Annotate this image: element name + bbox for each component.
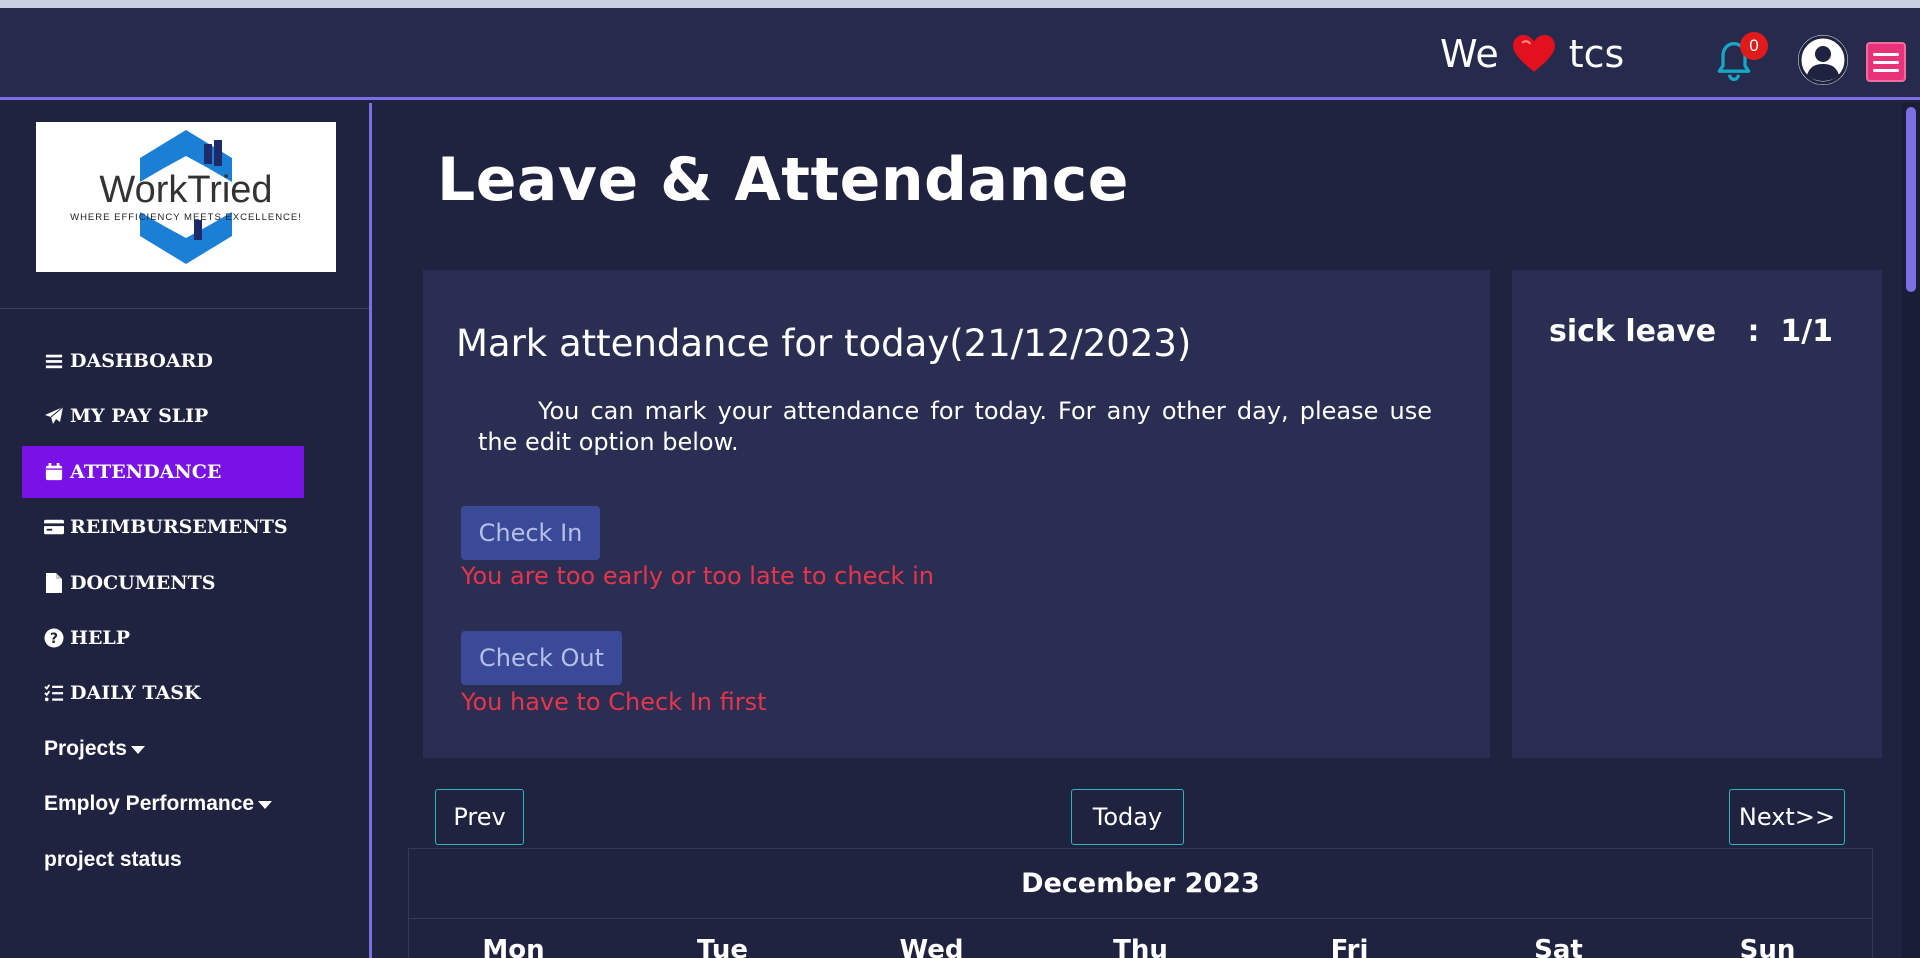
sidebar-item-employ-performance[interactable]: Employ Performance — [22, 778, 304, 830]
sidebar-item-label: Employ Performance — [44, 792, 255, 816]
sidebar-divider — [0, 308, 369, 309]
check-out-button[interactable]: Check Out — [461, 631, 622, 685]
calendar-icon — [44, 462, 64, 482]
check-in-error: You are too early or too late to check i… — [461, 562, 934, 590]
leave-balance-line: sick leave : 1/1 — [1549, 314, 1833, 349]
credit-card-icon — [44, 517, 64, 537]
brand-we-text: We — [1440, 32, 1499, 76]
caret-down-icon — [130, 745, 145, 754]
file-icon — [44, 572, 64, 593]
check-in-button[interactable]: Check In — [461, 506, 600, 560]
leave-type-label: sick leave — [1549, 314, 1717, 349]
calendar-next-button[interactable]: Next>> — [1729, 789, 1845, 845]
heart-icon — [1512, 35, 1555, 73]
calendar-month-title: December 2023 — [409, 849, 1872, 919]
calendar-today-button[interactable]: Today — [1071, 789, 1184, 845]
paper-plane-icon — [44, 406, 64, 426]
svg-text:WHERE EFFICIENCY MEETS EXCELL: WHERE EFFICIENCY MEETS EXCELLENCE! — [70, 212, 302, 223]
leave-separator: : — [1747, 314, 1760, 349]
company-logo: WorkTried WHERE EFFICIENCY MEETS EXCELLE… — [36, 122, 336, 272]
task-list-icon — [44, 683, 64, 703]
browser-chrome-strip — [0, 0, 1920, 8]
calendar-prev-button[interactable]: Prev — [435, 789, 524, 845]
svg-text:?: ? — [50, 631, 58, 647]
notifications-button[interactable]: 0 — [1708, 32, 1768, 88]
user-icon — [1798, 35, 1848, 85]
brand-company-text: tcs — [1568, 32, 1625, 76]
sidebar-item-help[interactable]: ? HELP — [22, 612, 304, 664]
sidebar-item-documents[interactable]: DOCUMENTS — [22, 557, 304, 609]
user-avatar[interactable] — [1798, 35, 1848, 85]
sidebar-item-label: Projects — [44, 736, 127, 760]
sidebar-item-projects[interactable]: Projects — [22, 723, 304, 775]
leave-balance-card: sick leave : 1/1 — [1512, 270, 1882, 758]
sidebar-item-reimbursements[interactable]: REIMBURSEMENTS — [22, 501, 304, 553]
sidebar-item-label: DAILY TASK — [70, 682, 201, 705]
notification-count-badge: 0 — [1740, 32, 1768, 60]
sidebar-item-daily-task[interactable]: DAILY TASK — [22, 667, 304, 719]
sidebar: WorkTried WHERE EFFICIENCY MEETS EXCELLE… — [0, 103, 372, 958]
brand-tagline: We tcs — [1440, 30, 1624, 78]
sidebar-nav: DASHBOARD MY PAY SLIP ATTENDANCE REIMBUR… — [22, 335, 362, 889]
sidebar-item-label: ATTENDANCE — [70, 460, 222, 483]
leave-balance-value: 1/1 — [1780, 314, 1834, 349]
weekday-label: Wed — [899, 935, 964, 958]
attendance-description: You can mark your attendance for today. … — [478, 397, 1432, 456]
sidebar-item-project-status[interactable]: project status — [22, 834, 304, 886]
weekday-label: Mon — [482, 935, 545, 958]
sidebar-item-label: HELP — [70, 626, 131, 649]
sidebar-item-label: DASHBOARD — [70, 350, 213, 372]
calendar-weekday-header: Mon Tue Wed Thu Fri Sat Sun — [409, 919, 1872, 958]
main-scrollbar[interactable] — [1902, 103, 1920, 958]
caret-down-icon — [258, 801, 273, 810]
weekday-label: Tue — [696, 935, 749, 958]
sidebar-item-label: MY PAY SLIP — [70, 405, 209, 428]
hamburger-menu-button[interactable] — [1866, 42, 1906, 82]
question-circle-icon: ? — [44, 628, 64, 648]
weekday-label: Sun — [1739, 935, 1796, 958]
attendance-calendar: December 2023 Mon Tue Wed Thu Fri Sat Su… — [408, 848, 1873, 958]
check-out-error: You have to Check In first — [461, 688, 767, 716]
hamburger-icon-line — [1873, 68, 1899, 72]
sidebar-item-dashboard[interactable]: DASHBOARD — [22, 335, 304, 387]
svg-text:WorkTried: WorkTried — [99, 169, 272, 211]
hamburger-icon-line — [1873, 60, 1899, 64]
page-title: Leave & Attendance — [437, 145, 1129, 215]
hamburger-icon-line — [1873, 52, 1899, 56]
main-content: Leave & Attendance Mark attendance for t… — [375, 103, 1900, 958]
bars-icon — [44, 351, 64, 371]
weekday-label: Fri — [1330, 935, 1369, 958]
sidebar-item-attendance[interactable]: ATTENDANCE — [22, 445, 304, 498]
sidebar-item-label: REIMBURSEMENTS — [70, 516, 288, 539]
sidebar-item-label: project status — [44, 847, 182, 871]
top-navbar: We tcs 0 — [0, 8, 1920, 100]
attendance-card: Mark attendance for today(21/12/2023) Yo… — [423, 270, 1490, 758]
attendance-title: Mark attendance for today(21/12/2023) — [456, 322, 1192, 365]
weekday-label: Thu — [1113, 935, 1168, 958]
sidebar-item-pay-slip[interactable]: MY PAY SLIP — [22, 390, 304, 442]
weekday-label: Sat — [1534, 935, 1583, 958]
scrollbar-thumb[interactable] — [1906, 107, 1916, 292]
sidebar-item-label: DOCUMENTS — [70, 571, 216, 594]
